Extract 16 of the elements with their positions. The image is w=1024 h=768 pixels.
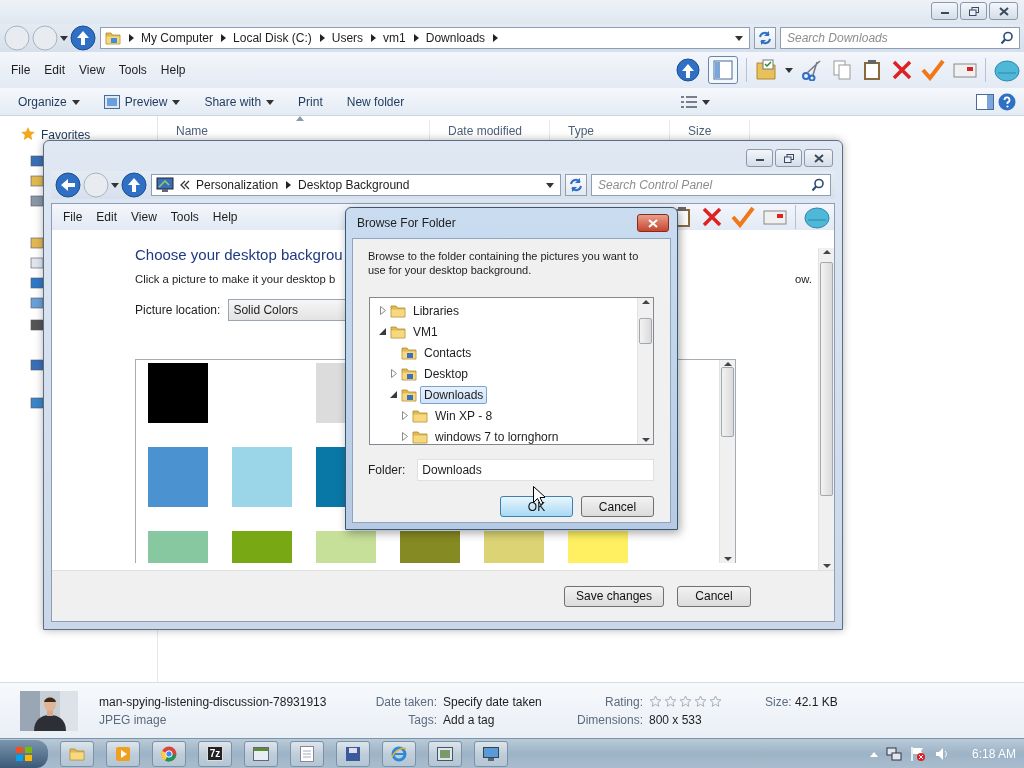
dialog-description: Browse to the folder containing the pictures you want to use for your desktop background. [368,249,640,277]
field-label: Date taken: [374,694,437,709]
field-label: Size: [765,694,789,709]
page-heading: Choose your desktop backgrou [135,246,343,263]
field-label: Rating: [603,694,643,709]
field-value: 42.1 KB [795,694,838,709]
field-label: Picture location: [135,303,221,317]
file-type: JPEG image [99,712,168,727]
instruction-text: ow. [795,273,812,285]
field-label: Folder: [368,463,406,477]
field-label: Dimensions: [575,712,643,727]
field-label: Tags: [407,712,437,727]
field-value: 800 x 533 [649,712,703,727]
file-name: man-spying-listening-discussion-78931913 [99,694,328,709]
dialog-title: Browse For Folder [357,216,456,230]
instruction-text: Click a picture to make it your desktop b [135,273,336,285]
